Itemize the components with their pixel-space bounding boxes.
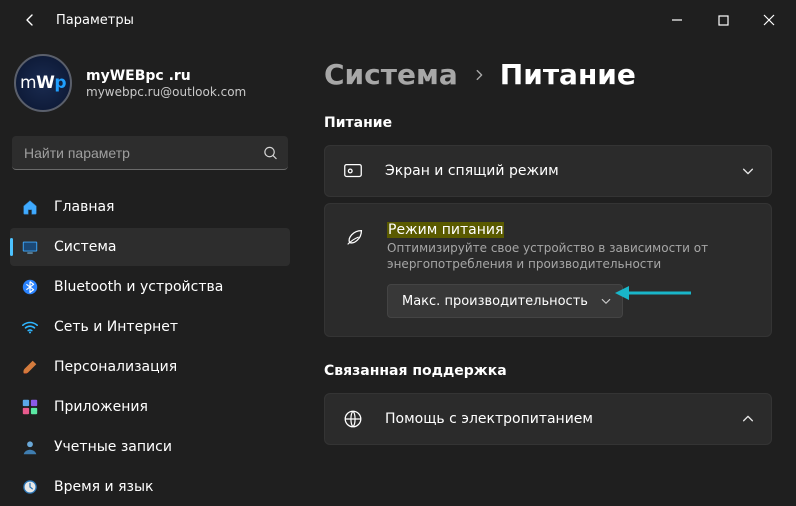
- home-icon: [20, 197, 40, 217]
- card-subtitle: Оптимизируйте свое устройство в зависимо…: [387, 240, 753, 272]
- clock-icon: [20, 477, 40, 497]
- person-icon: [20, 437, 40, 457]
- sidebar-item-label: Сеть и Интернет: [54, 319, 178, 335]
- window-title: Параметры: [56, 13, 134, 28]
- card-title: Режим питания: [387, 222, 753, 238]
- card-power-mode: Режим питания Оптимизируйте свое устройс…: [324, 203, 772, 337]
- breadcrumb-current: Питание: [500, 58, 636, 91]
- profile-email: mywebpc.ru@outlook.com: [86, 85, 246, 99]
- bluetooth-icon: [20, 277, 40, 297]
- annotation-arrow: [613, 283, 693, 303]
- chevron-down-icon: [600, 295, 612, 307]
- card-title: Экран и спящий режим: [385, 163, 721, 179]
- leaf-icon: [343, 222, 367, 318]
- chevron-down-icon: [741, 164, 755, 178]
- sidebar-item-system[interactable]: Система: [10, 228, 290, 266]
- sidebar-item-label: Время и язык: [54, 479, 153, 495]
- close-button[interactable]: [746, 4, 792, 36]
- avatar: mWp: [14, 54, 72, 112]
- screen-icon: [341, 160, 365, 182]
- section-title-support: Связанная поддержка: [324, 363, 772, 379]
- brush-icon: [20, 357, 40, 377]
- search-box[interactable]: [12, 136, 288, 170]
- sidebar-item-label: Приложения: [54, 399, 148, 415]
- chevron-up-icon: [741, 412, 755, 426]
- apps-icon: [20, 397, 40, 417]
- sidebar-item-home[interactable]: Главная: [10, 188, 290, 226]
- dropdown-value: Макс. производительность: [402, 294, 588, 309]
- section-title-power: Питание: [324, 115, 772, 131]
- globe-icon: [341, 408, 365, 430]
- search-icon: [263, 146, 278, 161]
- breadcrumb: Система Питание: [324, 58, 772, 91]
- wifi-icon: [20, 317, 40, 337]
- sidebar-item-time-language[interactable]: Время и язык: [10, 468, 290, 506]
- breadcrumb-root[interactable]: Система: [324, 58, 458, 91]
- sidebar-item-label: Учетные записи: [54, 439, 172, 455]
- profile-name: myWEBpc .ru: [86, 68, 246, 84]
- sidebar-item-accounts[interactable]: Учетные записи: [10, 428, 290, 466]
- search-input[interactable]: [12, 136, 288, 170]
- maximize-button[interactable]: [700, 4, 746, 36]
- system-icon: [20, 237, 40, 257]
- back-button[interactable]: [14, 4, 46, 36]
- card-power-help[interactable]: Помощь с электропитанием: [324, 393, 772, 445]
- sidebar-item-label: Система: [54, 239, 116, 255]
- power-mode-dropdown[interactable]: Макс. производительность: [387, 284, 623, 318]
- sidebar-item-network[interactable]: Сеть и Интернет: [10, 308, 290, 346]
- sidebar-item-personalization[interactable]: Персонализация: [10, 348, 290, 386]
- minimize-button[interactable]: [654, 4, 700, 36]
- sidebar-item-apps[interactable]: Приложения: [10, 388, 290, 426]
- chevron-right-icon: [472, 68, 486, 82]
- sidebar-nav: Главная Система Bluetooth и устройства С…: [10, 188, 290, 506]
- sidebar-item-label: Bluetooth и устройства: [54, 279, 223, 295]
- profile-block[interactable]: mWp myWEBpc .ru mywebpc.ru@outlook.com: [10, 54, 290, 132]
- card-title: Помощь с электропитанием: [385, 411, 721, 427]
- sidebar-item-bluetooth[interactable]: Bluetooth и устройства: [10, 268, 290, 306]
- card-screen-sleep[interactable]: Экран и спящий режим: [324, 145, 772, 197]
- sidebar-item-label: Персонализация: [54, 359, 177, 375]
- sidebar-item-label: Главная: [54, 199, 114, 215]
